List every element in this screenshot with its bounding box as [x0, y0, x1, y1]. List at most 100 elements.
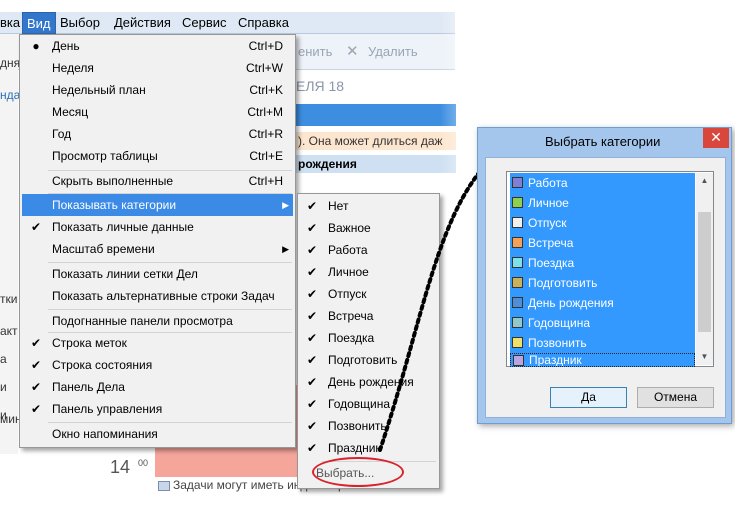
- check-icon: ✔: [30, 220, 42, 234]
- submenu-arrow-icon: ▶: [282, 200, 289, 210]
- menu-item-time-scale[interactable]: Масштаб времени ▶: [22, 238, 293, 260]
- menu-item-alt-rows[interactable]: Показать альтернативные строки Задач: [22, 285, 293, 307]
- menu-item-reminder-window[interactable]: Окно напоминания: [22, 423, 293, 445]
- menu-item-label: Год: [52, 127, 72, 141]
- list-item-label: Подготовить: [528, 276, 598, 290]
- submenu-arrow-icon: ▶: [282, 244, 289, 254]
- check-icon: ✔: [306, 265, 318, 279]
- list-item[interactable]: День рождения: [510, 293, 695, 313]
- color-swatch: [512, 297, 523, 308]
- menu-item-tasks-panel[interactable]: ✔ Панель Дела: [22, 376, 293, 398]
- menu-item-label: Показать личные данные: [52, 220, 194, 234]
- menu-item-label: Показывать категории: [52, 198, 177, 212]
- list-item-label: Личное: [528, 196, 569, 210]
- list-item[interactable]: Отпуск: [510, 213, 695, 233]
- scrollbar-thumb[interactable]: [698, 212, 711, 332]
- menu-item-label: Показать альтернативные строки Задач: [52, 289, 275, 303]
- menu-item-control-panel[interactable]: ✔ Панель управления: [22, 398, 293, 420]
- menu-item-label: Строка состояния: [52, 358, 153, 372]
- menu-item-label-bar[interactable]: ✔ Строка меток: [22, 332, 293, 354]
- menu-item-year[interactable]: Год Ctrl+R: [22, 123, 293, 145]
- check-icon: ✔: [30, 336, 42, 350]
- list-item[interactable]: Подготовить: [510, 273, 695, 293]
- color-swatch: [512, 337, 523, 348]
- bullet-icon: ●: [32, 39, 40, 53]
- categories-listbox[interactable]: Работа Личное Отпуск Встреча Поездка Под…: [506, 171, 714, 367]
- list-item-label: Годовщина: [528, 316, 591, 330]
- left-fragment: и: [0, 380, 7, 394]
- select-categories-dialog: Выбрать категории ✕ Работа Личное Отпуск…: [477, 127, 732, 424]
- menu-item-show-categories[interactable]: Показывать категории ▶: [22, 194, 293, 216]
- menu-item-label: Панель Дела: [52, 380, 125, 394]
- menu-item-day[interactable]: ● День Ctrl+D: [22, 35, 293, 57]
- check-icon: ✔: [306, 441, 318, 455]
- date-header: ЕЛЯ 18: [296, 78, 345, 94]
- menu-tools[interactable]: Сервис: [182, 15, 227, 30]
- menu-item-show-private[interactable]: ✔ Показать личные данные: [22, 216, 293, 238]
- color-swatch: [512, 317, 523, 328]
- menu-item-week-plan[interactable]: Недельный план Ctrl+K: [22, 79, 293, 101]
- menu-item-shortcut: Ctrl+E: [249, 149, 283, 163]
- view-menu: ● День Ctrl+D Неделя Ctrl+W Недельный план C…: [19, 34, 296, 448]
- menu-item-label: Масштаб времени: [52, 242, 155, 256]
- list-item-label: День рождения: [528, 296, 614, 310]
- list-item[interactable]: Позвонить: [510, 333, 695, 353]
- menu-item-label: Строка меток: [52, 336, 127, 350]
- menu-item-label: Недельный план: [52, 83, 146, 97]
- check-icon: ✔: [306, 375, 318, 389]
- menu-file-partial[interactable]: вка: [0, 15, 20, 30]
- menu-help[interactable]: Справка: [238, 15, 289, 30]
- menu-item-label: Просмотр таблицы: [52, 149, 158, 163]
- scroll-down-icon[interactable]: ▼: [696, 349, 713, 365]
- color-swatch: [512, 217, 523, 228]
- list-item[interactable]: Встреча: [510, 233, 695, 253]
- menu-item-month[interactable]: Месяц Ctrl+M: [22, 101, 293, 123]
- delete-icon: ✕: [346, 43, 359, 60]
- left-fragment: дня: [0, 56, 21, 70]
- list-item-label: Поездка: [528, 256, 575, 270]
- menu-item-shortcut: Ctrl+M: [247, 105, 283, 119]
- menu-item-week[interactable]: Неделя Ctrl+W: [22, 57, 293, 79]
- list-item-label: Позвонить: [528, 336, 587, 350]
- color-swatch: [512, 237, 523, 248]
- cancel-button[interactable]: Отмена: [637, 387, 714, 408]
- list-item-label: Встреча: [528, 236, 574, 250]
- color-swatch: [512, 177, 523, 188]
- menu-item-table-view[interactable]: Просмотр таблицы Ctrl+E: [22, 145, 293, 167]
- task-icon: [158, 480, 170, 491]
- close-icon[interactable]: ✕: [703, 128, 729, 148]
- list-item-label: Работа: [528, 176, 568, 190]
- menu-view[interactable]: Вид: [22, 12, 56, 34]
- list-item-label: Праздник: [529, 353, 582, 367]
- menu-item-status-bar[interactable]: ✔ Строка состояния: [22, 354, 293, 376]
- color-swatch: [513, 355, 524, 366]
- menu-select[interactable]: Выбор: [60, 15, 100, 30]
- ok-button[interactable]: Да: [550, 387, 627, 408]
- list-item[interactable]: Годовщина: [510, 313, 695, 333]
- color-swatch: [512, 277, 523, 288]
- menu-item-shortcut: Ctrl+K: [249, 83, 283, 97]
- toolbar-action-partial[interactable]: енить: [298, 44, 332, 59]
- list-item[interactable]: Работа: [510, 173, 695, 193]
- menu-item-hide-completed[interactable]: Скрыть выполненные Ctrl+H: [22, 170, 293, 192]
- scroll-up-icon[interactable]: ▲: [696, 173, 713, 189]
- dialog-body: Работа Личное Отпуск Встреча Поездка Под…: [485, 157, 726, 418]
- time-hour-label: 14: [110, 457, 131, 477]
- menu-item-shortcut: Ctrl+W: [246, 61, 283, 75]
- check-icon: ✔: [306, 353, 318, 367]
- menu-item-grid-lines[interactable]: Показать линии сетки Дел: [22, 263, 293, 285]
- list-item[interactable]: Праздник: [510, 353, 695, 367]
- menu-actions[interactable]: Действия: [114, 15, 171, 30]
- list-item-label: Отпуск: [528, 216, 567, 230]
- left-fragment: тки: [0, 292, 18, 306]
- left-panel-strip: дня нда тки акт а и и мина: [0, 34, 28, 454]
- delete-button[interactable]: Удалить: [368, 44, 418, 59]
- list-item[interactable]: Личное: [510, 193, 695, 213]
- color-swatch: [512, 197, 523, 208]
- left-fragment: а: [0, 352, 7, 366]
- menu-item-fitted-panels[interactable]: Подогнанные панели просмотра: [22, 310, 293, 332]
- dialog-title: Выбрать категории: [545, 134, 661, 149]
- list-item[interactable]: Поездка: [510, 253, 695, 273]
- left-fragment: нда: [0, 88, 21, 102]
- check-icon: ✔: [30, 380, 42, 394]
